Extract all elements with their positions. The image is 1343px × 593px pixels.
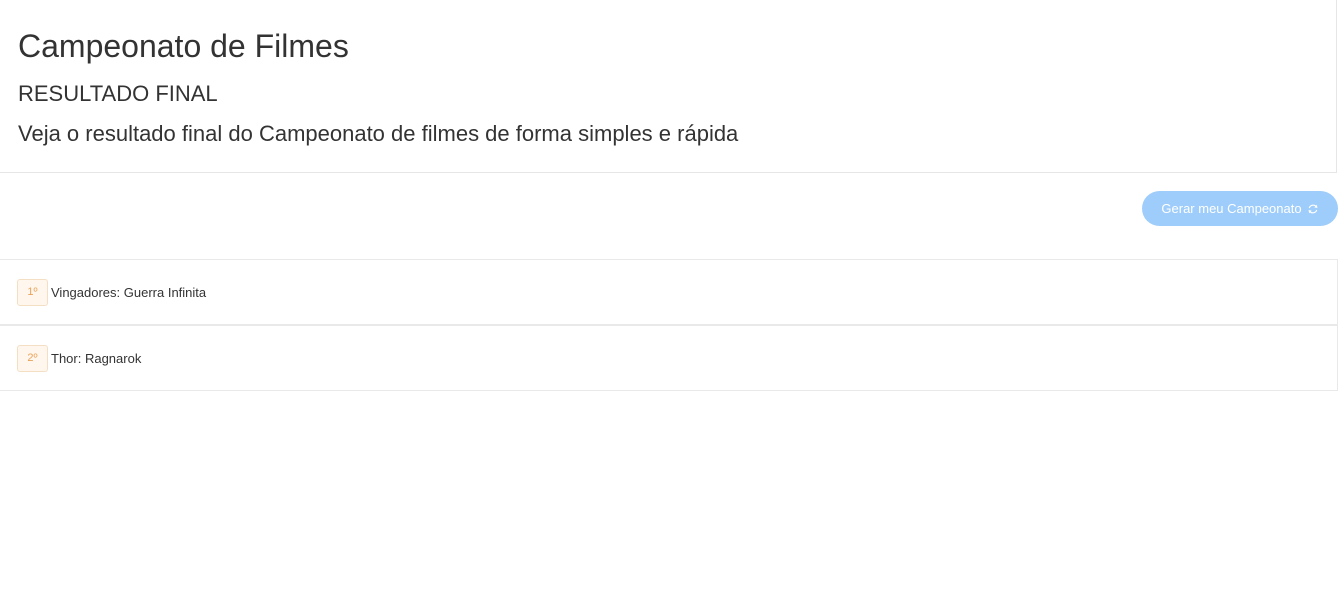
movie-title: Vingadores: Guerra Infinita bbox=[51, 284, 207, 300]
page: Campeonato de Filmes RESULTADO FINAL Vej… bbox=[0, 0, 1343, 593]
page-subtitle: RESULTADO FINAL bbox=[18, 81, 218, 106]
refresh-icon bbox=[1307, 203, 1319, 215]
movie-title: Thor: Ragnarok bbox=[51, 350, 142, 366]
ranking-item: 1º Vingadores: Guerra Infinita bbox=[0, 259, 1338, 325]
position-badge: 2º bbox=[17, 344, 48, 372]
generate-button-label: Gerar meu Campeonato bbox=[1161, 201, 1302, 216]
position-badge: 1º bbox=[17, 278, 48, 306]
header-card: Campeonato de Filmes RESULTADO FINAL Vej… bbox=[0, 0, 1337, 173]
ranking-item: 2º Thor: Ragnarok bbox=[0, 325, 1338, 391]
generate-championship-button[interactable]: Gerar meu Campeonato bbox=[1142, 191, 1338, 226]
ranking-list: 1º Vingadores: Guerra Infinita 2º Thor: … bbox=[0, 259, 1338, 391]
page-title: Campeonato de Filmes bbox=[18, 28, 349, 64]
page-lead: Veja o resultado final do Campeonato de … bbox=[18, 121, 739, 146]
